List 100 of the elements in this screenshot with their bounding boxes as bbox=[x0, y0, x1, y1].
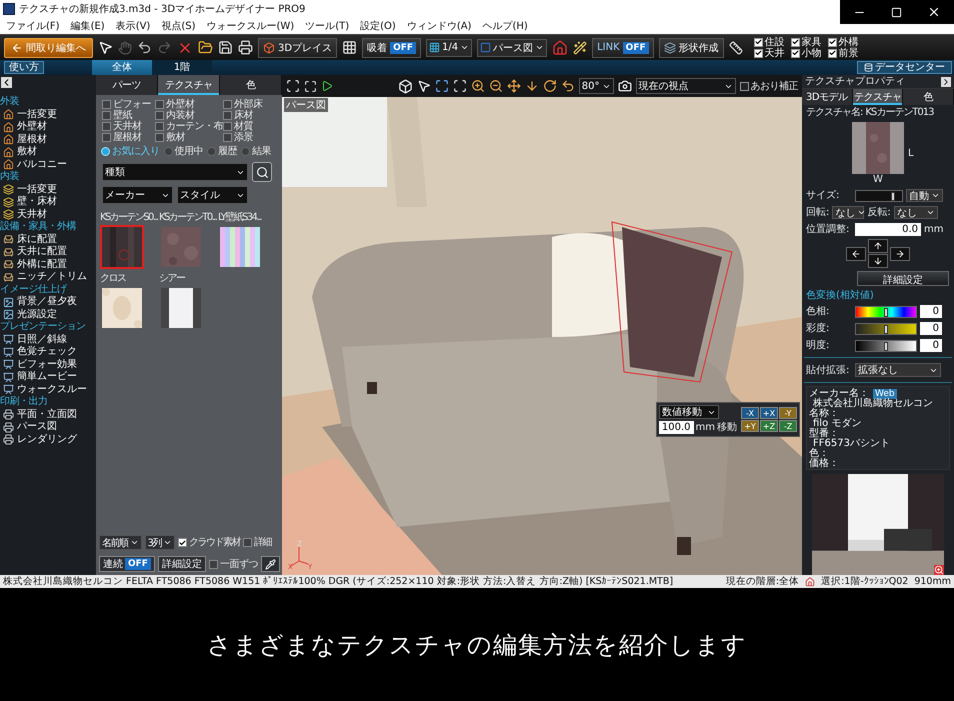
menu-item[interactable]: 設定(O) bbox=[360, 18, 396, 32]
checkbox[interactable] bbox=[740, 82, 748, 90]
menu-item[interactable]: ヘルプ(H) bbox=[482, 18, 528, 32]
floor-tab[interactable]: 1階 bbox=[152, 60, 212, 75]
panel-tab[interactable]: テクスチャ bbox=[852, 89, 904, 105]
color-slider[interactable] bbox=[855, 340, 917, 352]
link-button[interactable]: LINK OFF bbox=[592, 38, 654, 58]
texture-thumbnail[interactable] bbox=[159, 225, 203, 269]
checkbox[interactable] bbox=[754, 38, 763, 46]
move-mode-dropdown[interactable]: 数値移動 bbox=[658, 405, 719, 419]
collapse-icon[interactable] bbox=[1, 77, 12, 88]
texture-thumbnail[interactable] bbox=[159, 286, 203, 330]
sidebar-item[interactable]: 天井材 bbox=[17, 208, 47, 221]
up-arrow-button[interactable] bbox=[868, 239, 888, 253]
pointer-icon[interactable] bbox=[98, 40, 113, 55]
checkbox[interactable] bbox=[790, 48, 800, 58]
presentation-icon[interactable] bbox=[3, 372, 14, 383]
sidebar-item[interactable]: パース図 bbox=[17, 421, 57, 434]
value-field[interactable]: 0 bbox=[920, 322, 942, 335]
zoom-in-icon[interactable] bbox=[470, 79, 485, 93]
checkbox[interactable] bbox=[208, 560, 218, 568]
type-dropdown[interactable]: 種類 bbox=[102, 163, 248, 181]
pointer-icon[interactable] bbox=[416, 79, 431, 93]
sidebar-item[interactable]: 簡単ムービー bbox=[17, 371, 77, 384]
continuous-button[interactable]: 連続 OFF bbox=[99, 556, 155, 572]
color-slider[interactable] bbox=[855, 306, 917, 318]
sidebar-item[interactable]: 平面・立面図 bbox=[17, 408, 77, 421]
radio-button[interactable] bbox=[241, 147, 250, 156]
house-icon[interactable] bbox=[552, 40, 568, 56]
checkbox[interactable] bbox=[828, 48, 837, 58]
cube-icon[interactable] bbox=[398, 78, 413, 94]
radio-button[interactable] bbox=[164, 147, 172, 156]
checkbox[interactable] bbox=[155, 133, 164, 142]
armchair-icon[interactable] bbox=[3, 234, 14, 246]
axis-button[interactable]: +Z bbox=[760, 420, 778, 432]
rotate-dropdown[interactable]: なし bbox=[832, 206, 864, 219]
paste-dropdown[interactable]: 拡張なし bbox=[855, 363, 941, 377]
size-slider[interactable] bbox=[855, 190, 903, 202]
sidebar-item[interactable]: ウォークスルー bbox=[17, 384, 87, 396]
maximize-icon[interactable] bbox=[890, 6, 902, 18]
printer-icon[interactable] bbox=[3, 434, 14, 446]
zoom-out-icon[interactable] bbox=[488, 79, 503, 93]
sidebar-item[interactable]: ビフォー効果 bbox=[17, 358, 77, 371]
redo-icon[interactable] bbox=[157, 40, 172, 55]
armchair-icon[interactable] bbox=[3, 259, 14, 270]
sidebar-item[interactable]: レンダリング bbox=[17, 434, 77, 446]
value-field[interactable]: 0 bbox=[920, 305, 942, 318]
web-badge[interactable]: Web bbox=[873, 389, 897, 399]
armchair-icon[interactable] bbox=[3, 246, 14, 258]
settings-button[interactable]: 詳細設定 bbox=[158, 556, 206, 572]
house-icon[interactable] bbox=[3, 146, 14, 158]
frame-icon[interactable] bbox=[304, 80, 317, 92]
sidebar-item[interactable]: 屋根材 bbox=[17, 134, 47, 146]
folder-icon[interactable] bbox=[198, 40, 213, 55]
undo-icon[interactable] bbox=[137, 40, 152, 55]
axis-button[interactable]: -Z bbox=[779, 420, 797, 432]
presentation-icon[interactable] bbox=[3, 359, 14, 370]
checkbox[interactable] bbox=[155, 122, 164, 131]
shape-button[interactable]: 形状作成 bbox=[658, 38, 724, 58]
panel-tab[interactable]: テクスチャ bbox=[158, 75, 220, 95]
search-button[interactable] bbox=[252, 162, 272, 182]
menu-item[interactable]: 視点(S) bbox=[161, 18, 196, 32]
rotate-icon[interactable] bbox=[560, 79, 575, 93]
eyedropper-button[interactable] bbox=[260, 556, 280, 572]
sidebar-item[interactable]: 壁・床材 bbox=[17, 196, 57, 208]
checkbox[interactable] bbox=[155, 100, 164, 109]
image-icon[interactable] bbox=[3, 309, 14, 320]
checkbox[interactable] bbox=[102, 111, 111, 120]
menu-item[interactable]: 表示(V) bbox=[116, 18, 150, 32]
checkbox[interactable] bbox=[223, 100, 232, 109]
sidebar-item[interactable]: バルコニー bbox=[17, 158, 67, 171]
distance-field[interactable]: 100.0 bbox=[658, 421, 694, 434]
sidebar-item[interactable]: 背景／昼夕夜 bbox=[17, 296, 77, 308]
texture-thumbnail[interactable] bbox=[100, 225, 144, 269]
printer-icon[interactable] bbox=[3, 409, 14, 420]
maker-dropdown[interactable]: メーカー bbox=[102, 186, 173, 204]
checkbox[interactable] bbox=[223, 133, 232, 142]
wand-icon[interactable] bbox=[573, 40, 588, 54]
presentation-icon[interactable] bbox=[3, 334, 14, 346]
axis-button[interactable]: -X bbox=[741, 407, 759, 419]
camera-icon[interactable] bbox=[618, 79, 632, 93]
columns-dropdown[interactable]: 3列 bbox=[144, 535, 175, 550]
sidebar-item[interactable]: 日照／斜線 bbox=[17, 334, 67, 346]
menu-item[interactable]: ウォークスルー(W) bbox=[206, 18, 294, 32]
grid-icon[interactable] bbox=[342, 40, 358, 55]
rotate-icon[interactable] bbox=[542, 79, 557, 93]
checkbox[interactable] bbox=[178, 538, 187, 547]
color-slider[interactable] bbox=[855, 322, 917, 334]
zoom-in-icon[interactable] bbox=[934, 565, 944, 575]
checkbox[interactable] bbox=[102, 133, 111, 142]
presentation-icon[interactable] bbox=[3, 384, 14, 396]
checkbox[interactable] bbox=[754, 48, 763, 58]
help-button[interactable]: 使い方 bbox=[4, 61, 44, 74]
sidebar-item[interactable]: 一括変更 bbox=[17, 184, 57, 196]
menu-item[interactable]: 編集(E) bbox=[70, 18, 105, 32]
sidebar-item[interactable]: 光源設定 bbox=[17, 308, 57, 321]
layers-icon[interactable] bbox=[3, 184, 14, 196]
size-dropdown[interactable]: 自動 bbox=[906, 189, 943, 202]
house-icon[interactable] bbox=[3, 109, 14, 120]
expand-icon[interactable] bbox=[941, 76, 951, 86]
